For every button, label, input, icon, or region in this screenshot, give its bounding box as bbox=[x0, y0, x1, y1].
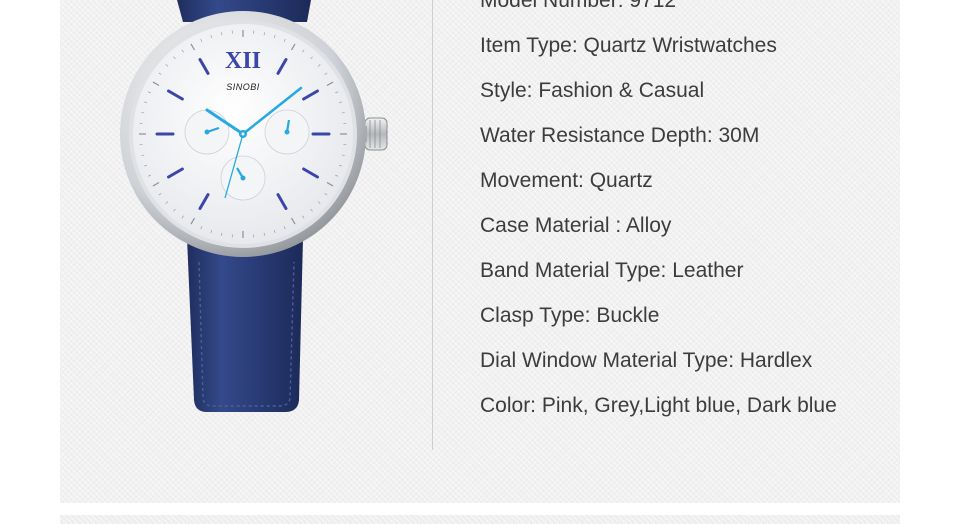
spec-band-material: Band Material Type: Leather bbox=[480, 259, 744, 282]
subdial-bottom bbox=[220, 155, 266, 201]
subdial-right bbox=[264, 109, 310, 155]
spec-movement: Movement: Quartz bbox=[480, 169, 653, 192]
spec-clasp-type: Clasp Type: Buckle bbox=[480, 304, 660, 327]
svg-text:XII: XII bbox=[225, 48, 261, 74]
subdial-left bbox=[184, 109, 230, 155]
vertical-divider bbox=[432, 0, 433, 450]
spec-model-number: Model Number: 9712 bbox=[480, 0, 677, 12]
lower-strap bbox=[187, 238, 303, 412]
spec-style: Style: Fashion & Casual bbox=[480, 79, 705, 102]
spec-color: Color: Pink, Grey,Light blue, Dark blue bbox=[480, 394, 837, 417]
crown bbox=[364, 117, 388, 151]
spec-case-material: Case Material : Alloy bbox=[480, 214, 672, 237]
brand-logo: SINOBI bbox=[226, 82, 260, 92]
spec-item-type: Item Type: Quartz Wristwatches bbox=[480, 34, 777, 57]
product-watch-image: XII SINOBI bbox=[120, 0, 388, 412]
spec-list: Model Number: 9712 Item Type: Quartz Wri… bbox=[480, 0, 837, 428]
spec-water-resistance: Water Resistance Depth: 30M bbox=[480, 124, 760, 147]
spec-dial-window: Dial Window Material Type: Hardlex bbox=[480, 349, 813, 372]
next-section-strip bbox=[60, 515, 900, 524]
